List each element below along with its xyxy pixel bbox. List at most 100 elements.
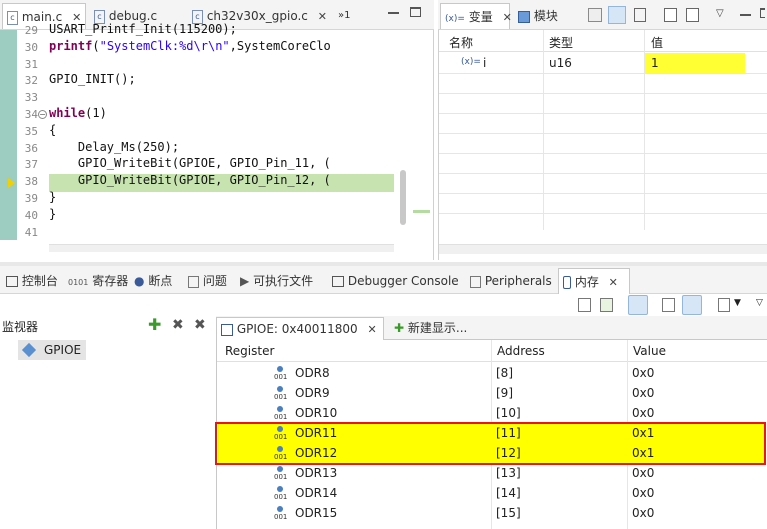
register-address: [15]: [496, 506, 521, 520]
column-header-value[interactable]: 值: [651, 34, 663, 51]
column-header-value[interactable]: Value: [633, 344, 666, 358]
tab-peripherals[interactable]: Peripherals: [466, 268, 552, 294]
register-name: ODR13: [295, 466, 338, 480]
register-value[interactable]: 0x0: [632, 366, 654, 380]
register-value[interactable]: 0x0: [632, 506, 654, 520]
column-header-register[interactable]: Register: [225, 344, 274, 358]
tab-new-rendering[interactable]: ✚ 新建显示...: [390, 317, 467, 340]
view-menu-icon[interactable]: ▽: [756, 298, 763, 308]
minimize-icon[interactable]: [388, 12, 399, 14]
code-line: GPIO_INIT();: [49, 72, 136, 86]
chevron-down-icon[interactable]: ▼: [734, 298, 741, 308]
monitor-icon: [21, 342, 37, 358]
memory-row[interactable]: 001 ODR9 [9] 0x0: [218, 384, 766, 404]
variable-icon: (x)=: [461, 57, 481, 67]
register-value[interactable]: 0x0: [632, 486, 654, 500]
memory-toolbar: ▼ ▽: [0, 294, 767, 316]
variable-name: i: [483, 56, 487, 70]
register-value[interactable]: 0x0: [632, 466, 654, 480]
console-icon: [332, 276, 344, 287]
tab-memory-rendering[interactable]: GPIOE: 0x40011800 ✕: [216, 317, 384, 340]
memory-row[interactable]: 001 ODR13 [13] 0x0: [218, 464, 766, 484]
line-number: 39: [24, 192, 38, 205]
column-header-address[interactable]: Address: [497, 344, 545, 358]
variable-value-cell[interactable]: 1: [645, 53, 745, 73]
tab-console[interactable]: 控制台: [2, 268, 58, 294]
close-icon[interactable]: ✕: [318, 10, 327, 23]
vertical-scrollbar[interactable]: [400, 170, 406, 225]
monitor-item-gpioe[interactable]: GPIOE: [18, 340, 86, 360]
register-bit-icon: 001: [274, 366, 287, 382]
tab-label: 变量: [468, 10, 493, 24]
register-name: ODR15: [295, 506, 338, 520]
collapse-all-icon[interactable]: [588, 8, 602, 22]
maximize-icon[interactable]: [410, 7, 421, 17]
show-type-names-icon[interactable]: [608, 6, 626, 24]
horizontal-scrollbar[interactable]: [49, 244, 394, 252]
layout-menu-icon[interactable]: [718, 298, 730, 312]
coverage-strip: [0, 30, 17, 240]
view-menu-icon[interactable]: ▽: [716, 8, 724, 19]
tab-breakpoints[interactable]: ● 断点: [130, 268, 172, 294]
variable-type: u16: [549, 56, 572, 70]
registers-icon: 0101: [68, 278, 89, 287]
close-icon[interactable]: ✕: [503, 11, 512, 24]
tab-label: Debugger Console: [347, 274, 459, 288]
new-tab-icon[interactable]: [578, 298, 591, 312]
remove-all-icon[interactable]: ✖: [194, 318, 206, 332]
close-icon[interactable]: ✕: [609, 276, 618, 289]
memory-row[interactable]: 001 ODR14 [14] 0x0: [218, 484, 766, 504]
close-icon[interactable]: ✕: [367, 323, 376, 336]
memory-icon: [563, 276, 571, 289]
new-view-icon[interactable]: [664, 8, 677, 22]
remove-monitor-icon[interactable]: ✖: [172, 318, 184, 332]
register-bit-icon: 001: [274, 506, 287, 522]
code-line: printf("SystemClk:%d\r\n",SystemCoreClo: [49, 39, 331, 53]
tab-debugger-console[interactable]: Debugger Console: [328, 268, 459, 294]
add-monitor-icon[interactable]: ✚: [148, 317, 161, 333]
tab-executables[interactable]: ▶ 可执行文件: [236, 268, 313, 294]
memory-row[interactable]: 001 ODR15 [15] 0x0: [218, 504, 766, 524]
problems-icon: [188, 275, 199, 288]
row-divider: [439, 193, 767, 194]
column-header-name[interactable]: 名称: [449, 34, 473, 51]
variable-row[interactable]: (x)= i u16 1: [439, 53, 767, 73]
tab-label: Peripherals: [484, 274, 552, 288]
register-bit-icon: 001: [274, 406, 287, 422]
register-address: [9]: [496, 386, 513, 400]
toggle-columns-icon[interactable]: [662, 298, 675, 312]
tab-registers[interactable]: 0101 寄存器: [64, 268, 128, 294]
pin-icon[interactable]: [686, 8, 699, 22]
register-value[interactable]: 0x0: [632, 406, 654, 420]
line-number: 30: [24, 41, 38, 54]
memory-row[interactable]: 001 ODR8 [8] 0x0: [218, 364, 766, 384]
variables-tabbar: (x)= 变量 ✕ 模块 ▽: [438, 0, 767, 30]
tab-memory[interactable]: 内存 ✕: [558, 268, 630, 294]
tab-variables[interactable]: (x)= 变量 ✕: [440, 3, 512, 29]
link-icon[interactable]: [682, 295, 702, 315]
tab-overflow[interactable]: »1: [334, 3, 358, 29]
variables-view: 名称 类型 值 (x)= i u16 1: [438, 30, 767, 260]
memory-tabbar: GPIOE: 0x40011800 ✕ ✚ 新建显示...: [216, 316, 767, 340]
variable-icon: (x)=: [445, 14, 465, 24]
add-icon: ✚: [394, 321, 405, 335]
toggle-split-icon[interactable]: [628, 295, 648, 315]
bottom-tabbar: 控制台 0101 寄存器 ● 断点 问题 ▶ 可执行文件 Debugger Co…: [0, 266, 767, 294]
maximize-icon[interactable]: [760, 8, 765, 18]
fold-icon[interactable]: −: [38, 110, 47, 119]
tab-problems[interactable]: 问题: [184, 268, 227, 294]
breakpoint-icon: ●: [134, 274, 145, 288]
layout-icon[interactable]: [634, 8, 646, 22]
code-line: {: [49, 123, 57, 137]
memory-row[interactable]: 001 ODR10 [10] 0x0: [218, 404, 766, 424]
rendering-icon: [221, 323, 233, 336]
horizontal-scrollbar[interactable]: [439, 244, 767, 254]
column-header-type[interactable]: 类型: [549, 34, 573, 51]
register-value[interactable]: 0x0: [632, 386, 654, 400]
tab-label: GPIOE: 0x40011800: [236, 322, 358, 336]
minimize-icon[interactable]: [740, 14, 751, 16]
export-icon[interactable]: [600, 298, 613, 312]
modules-icon: [518, 10, 530, 23]
code-editor[interactable]: − 29 USART_Printf_Init(115200); 30 printf("…: [0, 22, 434, 260]
tab-modules[interactable]: 模块: [514, 3, 574, 29]
